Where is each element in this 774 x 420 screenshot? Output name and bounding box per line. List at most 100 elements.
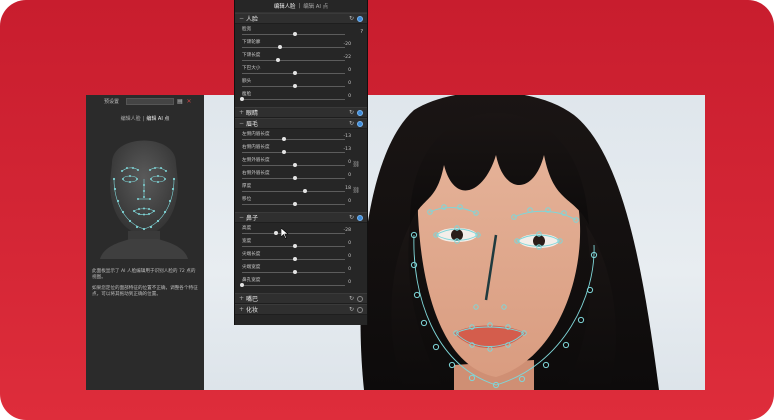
reset-icon[interactable]: ↻ [348,109,355,116]
slider-knob[interactable] [240,283,244,287]
slider-label: 高度 [242,226,252,231]
collapse-icon[interactable]: − [239,214,246,221]
link-icon[interactable]: ⛓ [352,161,360,168]
reset-icon[interactable]: ↻ [348,120,355,127]
reset-icon[interactable]: ↻ [348,295,355,302]
help-icon[interactable]: ? [360,29,363,35]
preset-select[interactable] [126,97,175,105]
slider-value: -13 [343,147,351,152]
slider-label: 下颌轮廓 [242,40,261,45]
slider-row: 尖端宽度 0 [235,264,367,277]
slider-row: 额头 0 [235,78,367,91]
section-body: 脸宽? 下颌轮廓 -20 下颌长度 -22 下巴大小 0 额头 0 瘦脸 0 [235,24,367,107]
slider-knob[interactable] [240,97,244,101]
slider-label: 瘦脸 [242,92,252,97]
link-icon[interactable]: ⛓ [352,187,360,194]
slider-row: 左侧内眉长度 -13 [235,131,367,144]
slider-value: 0 [348,68,351,73]
section-header[interactable]: − 眉毛 ↻ [235,118,367,129]
section-header[interactable]: + 化妆 ↻ [235,304,367,315]
section-body: 左侧内眉长度 -13 右侧内眉长度 -13 左侧外眉长度 0 右侧外眉长度 0 厚度 18 移位 0 ⛓… [235,129,367,212]
slider-track[interactable] [242,285,345,286]
slider-value: 0 [348,241,351,246]
section-header[interactable]: − 人脸 ↻ [235,13,367,24]
slider-knob[interactable] [292,270,297,274]
expand-icon[interactable]: + [239,109,246,116]
preset-bar: 预设置 ▤ ✕ [86,95,204,107]
slider-label: 鼻孔宽度 [242,278,261,283]
collapse-icon[interactable]: − [239,120,246,127]
enable-toggle[interactable] [357,120,363,127]
enable-toggle[interactable] [357,15,363,22]
slider-knob[interactable] [292,244,297,248]
slider-value: 0 [348,267,351,272]
slider-knob[interactable] [292,176,297,180]
slider-value: 0 [348,254,351,259]
slider-track[interactable] [242,47,345,48]
slider-value: 0 [348,173,351,178]
save-preset-icon[interactable]: ▤ [177,98,183,105]
slider-knob[interactable] [275,58,280,62]
section-header[interactable]: − 鼻子 ↻ [235,212,367,223]
enable-toggle[interactable] [357,295,363,302]
tab-edit-face[interactable]: 编辑人脸 [274,2,296,10]
ai-points-description: 此面板显示了 AI 人脸编辑用于识别人脸的 72 点的视图。 如果您定位的面部特… [92,269,198,297]
slider-label: 左侧内眉长度 [242,132,270,137]
section-header[interactable]: + 眼睛 ↻ [235,107,367,118]
section-title: 眉毛 [246,121,259,128]
slider-knob[interactable] [292,32,297,36]
expand-icon[interactable]: + [239,295,246,302]
slider-label: 左侧外眉长度 [242,158,270,163]
promo-card: 预设置 ▤ ✕ 编辑人脸 | 编辑 AI 点 此面板显示了 AI 人脸编辑用于识… [0,0,774,420]
reset-icon[interactable]: ↻ [348,306,355,313]
slider-row: 鼻孔宽度 0 [235,277,367,290]
slider-row: 右侧内眉长度 -13 [235,144,367,157]
slider-row: 下颌长度 -22 [235,52,367,65]
slider-row: 移位 0 [235,196,367,209]
slider-label: 厚度 [242,184,252,189]
slider-knob[interactable] [292,71,297,75]
tab-edit-ai-points[interactable]: 编辑 AI 点 [146,116,169,122]
tab-edit-ai-points[interactable]: 编辑 AI 点 [303,2,328,10]
section-body: 高度 -28 宽度 0 尖端长度 0 尖端宽度 0 鼻孔宽度 0 [235,223,367,293]
slider-track[interactable] [242,139,345,140]
slider-track[interactable] [242,60,345,61]
expand-icon[interactable]: + [239,306,246,313]
section-title: 嘴巴 [246,296,259,303]
section-title: 化妆 [246,307,259,314]
face-landmark-map[interactable] [94,123,194,259]
slider-knob[interactable] [282,150,286,154]
slider-value: 0 [348,81,351,86]
slider-label: 尖端长度 [242,252,261,257]
section-header[interactable]: + 嘴巴 ↻ [235,293,367,304]
slider-knob[interactable] [273,231,278,235]
collapse-icon[interactable]: − [239,15,246,22]
slider-knob[interactable] [292,163,297,167]
slider-label: 下颌长度 [242,53,261,58]
enable-toggle[interactable] [357,306,363,313]
slider-row: 右侧外眉长度 0 [235,170,367,183]
section-title: 眼睛 [246,110,259,117]
preset-label: 预设置 [104,98,120,105]
slider-value: 18 [345,186,351,191]
slider-track[interactable] [242,191,345,192]
slider-track[interactable] [242,233,345,234]
slider-knob[interactable] [303,189,307,193]
slider-knob[interactable] [277,45,282,49]
slider-track[interactable] [242,152,345,153]
slider-knob[interactable] [292,257,297,261]
slider-knob[interactable] [292,202,297,206]
delete-preset-icon[interactable]: ✕ [186,98,192,105]
slider-value: 0 [348,160,351,165]
slider-label: 宽度 [242,239,252,244]
tab-edit-face[interactable]: 编辑人脸 [121,116,141,122]
enable-toggle[interactable] [357,109,363,116]
slider-label: 下巴大小 [242,66,261,71]
enable-toggle[interactable] [357,214,363,221]
reset-icon[interactable]: ↻ [348,15,355,22]
slider-knob[interactable] [292,84,297,88]
slider-knob[interactable] [282,137,286,141]
slider-track[interactable] [242,99,345,100]
slider-value: -20 [343,42,351,47]
reset-icon[interactable]: ↻ [348,214,355,221]
